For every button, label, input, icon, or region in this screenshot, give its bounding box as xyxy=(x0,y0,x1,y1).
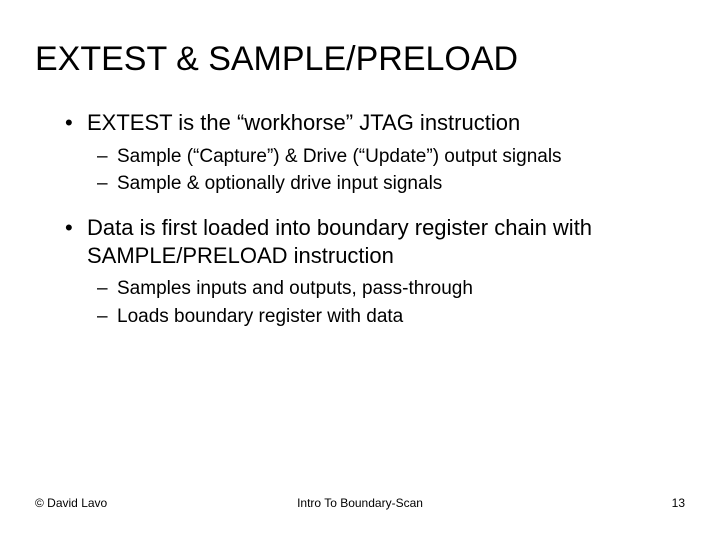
bullet-level2: Loads boundary register with data xyxy=(97,305,685,329)
bullet-level1: EXTEST is the “workhorse” JTAG instructi… xyxy=(65,109,685,137)
footer-copyright: © David Lavo xyxy=(35,496,107,510)
slide-footer: © David Lavo Intro To Boundary-Scan 13 xyxy=(35,496,685,510)
bullet-group-1: EXTEST is the “workhorse” JTAG instructi… xyxy=(35,109,685,196)
bullet-level1: Data is first loaded into boundary regis… xyxy=(65,214,685,269)
footer-title: Intro To Boundary-Scan xyxy=(297,496,423,510)
slide-title: EXTEST & SAMPLE/PRELOAD xyxy=(35,40,685,79)
bullet-level2: Sample (“Capture”) & Drive (“Update”) ou… xyxy=(97,145,685,169)
footer-page-number: 13 xyxy=(672,496,685,510)
bullet-level2: Samples inputs and outputs, pass-through xyxy=(97,277,685,301)
bullet-level2: Sample & optionally drive input signals xyxy=(97,172,685,196)
bullet-group-2: Data is first loaded into boundary regis… xyxy=(35,214,685,329)
